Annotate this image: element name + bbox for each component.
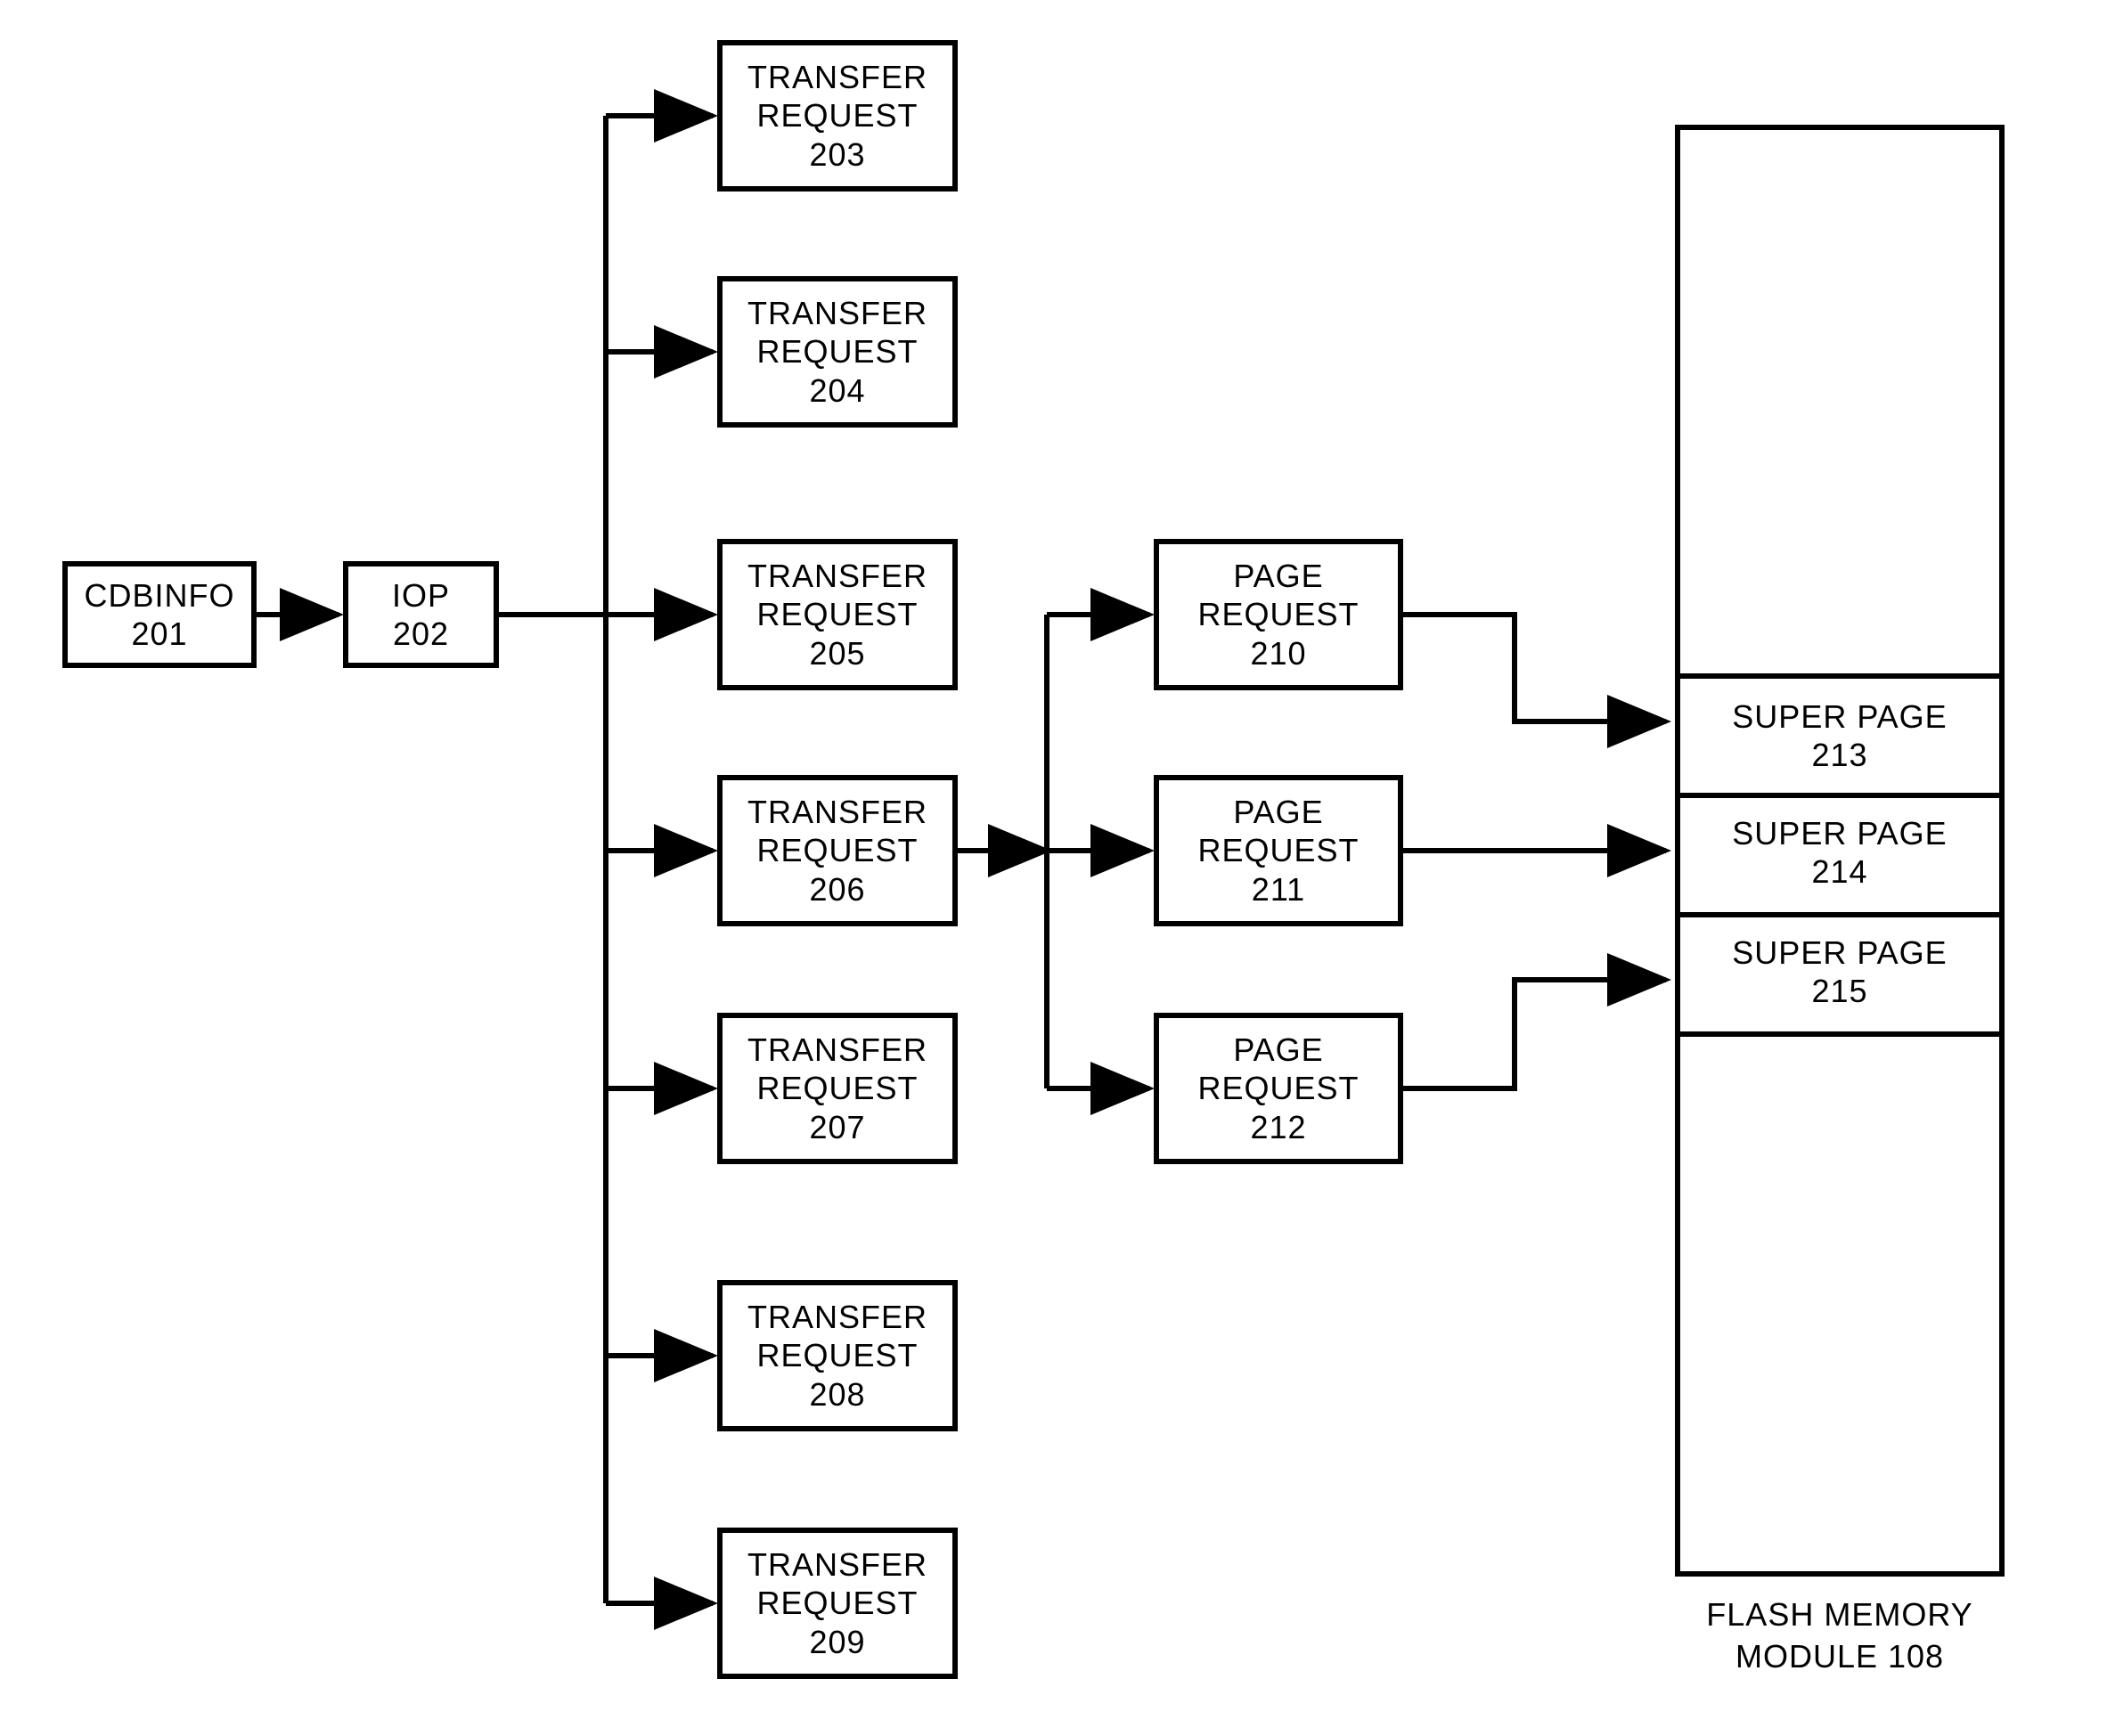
tr-label: TRANSFER REQUEST <box>723 1545 952 1622</box>
sp-label: SUPER PAGE <box>1732 697 1947 736</box>
tr-num: 207 <box>809 1108 865 1146</box>
super-page-215: SUPER PAGE 215 <box>1680 912 1999 1037</box>
transfer-request-207: TRANSFER REQUEST 207 <box>717 1013 958 1164</box>
super-page-213: SUPER PAGE 213 <box>1680 673 1999 798</box>
transfer-request-208: TRANSFER REQUEST 208 <box>717 1280 958 1431</box>
transfer-request-209: TRANSFER REQUEST 209 <box>717 1528 958 1679</box>
tr-num: 208 <box>809 1375 865 1414</box>
transfer-request-205: TRANSFER REQUEST 205 <box>717 539 958 690</box>
sp-label: SUPER PAGE <box>1732 933 1947 972</box>
tr-label: TRANSFER REQUEST <box>723 1031 952 1107</box>
tr-label: TRANSFER REQUEST <box>723 1298 952 1374</box>
page-request-212: PAGE REQUEST 212 <box>1154 1013 1403 1164</box>
flash-memory-module: SUPER PAGE 213 SUPER PAGE 214 SUPER PAGE… <box>1675 125 2005 1577</box>
transfer-request-204: TRANSFER REQUEST 204 <box>717 276 958 428</box>
tr-label: TRANSFER REQUEST <box>723 793 952 869</box>
tr-num: 206 <box>809 870 865 909</box>
cdbinfo-label: CDBINFO <box>85 576 235 615</box>
tr-num: 203 <box>809 135 865 174</box>
sp-label: SUPER PAGE <box>1732 814 1947 852</box>
pr-num: 212 <box>1250 1108 1306 1146</box>
tr-label: TRANSFER REQUEST <box>723 58 952 134</box>
iop-num: 202 <box>393 615 449 653</box>
sp-num: 215 <box>1811 972 1867 1010</box>
tr-label: TRANSFER REQUEST <box>723 557 952 633</box>
flash-module-label: FLASH MEMORY MODULE 108 <box>1670 1594 2009 1678</box>
pr-label: PAGE REQUEST <box>1159 1031 1398 1107</box>
tr-label: TRANSFER REQUEST <box>723 294 952 371</box>
transfer-request-203: TRANSFER REQUEST 203 <box>717 40 958 192</box>
page-request-210: PAGE REQUEST 210 <box>1154 539 1403 690</box>
cdbinfo-box: CDBINFO 201 <box>62 561 257 668</box>
super-page-214: SUPER PAGE 214 <box>1680 793 1999 917</box>
tr-num: 205 <box>809 634 865 672</box>
sp-num: 214 <box>1811 852 1867 891</box>
tr-num: 209 <box>809 1623 865 1661</box>
pr-label: PAGE REQUEST <box>1159 557 1398 633</box>
page-request-211: PAGE REQUEST 211 <box>1154 775 1403 926</box>
iop-box: IOP 202 <box>343 561 499 668</box>
sp-num: 213 <box>1811 736 1867 774</box>
pr-num: 210 <box>1250 634 1306 672</box>
transfer-request-206: TRANSFER REQUEST 206 <box>717 775 958 926</box>
cdbinfo-num: 201 <box>131 615 187 653</box>
iop-label: IOP <box>392 576 450 615</box>
tr-num: 204 <box>809 371 865 410</box>
pr-num: 211 <box>1252 870 1305 909</box>
pr-label: PAGE REQUEST <box>1159 793 1398 869</box>
